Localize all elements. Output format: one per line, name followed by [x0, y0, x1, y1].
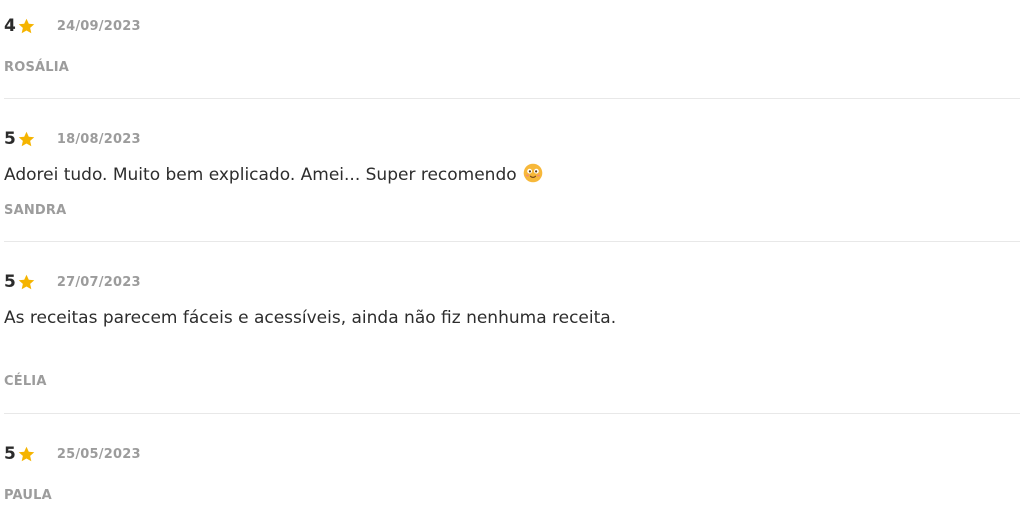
review-score: 5	[4, 272, 16, 292]
review-item: 5 18/08/2023 Adorei tudo. Muito bem expl…	[4, 128, 1020, 218]
review-author: PAULA	[4, 488, 52, 503]
review-score: 5	[4, 444, 16, 464]
review-item: 4 24/09/2023 ROSÁLIA	[4, 15, 1020, 75]
review-divider	[4, 413, 1020, 414]
review-score: 5	[4, 129, 16, 149]
review-score: 4	[4, 16, 16, 36]
review-author: ROSÁLIA	[4, 60, 70, 75]
review-rating-row: 5 25/05/2023	[4, 443, 1020, 465]
review-text: Adorei tudo. Muito bem explicado. Amei..…	[4, 163, 543, 186]
review-rating-row: 4 24/09/2023	[4, 15, 1020, 37]
review-date: 25/05/2023	[56, 446, 141, 462]
review-date: 24/09/2023	[56, 18, 141, 34]
review-author: SANDRA	[4, 203, 67, 218]
star-icon	[18, 131, 35, 146]
review-author: CÉLIA	[4, 374, 47, 389]
review-date: 18/08/2023	[56, 131, 141, 147]
smiling-face-emoji-icon	[523, 163, 542, 183]
review-divider	[4, 98, 1020, 99]
review-text-content: Adorei tudo. Muito bem explicado. Amei..…	[4, 165, 517, 185]
review-date: 27/07/2023	[56, 274, 141, 290]
review-divider	[4, 241, 1020, 242]
star-icon	[18, 274, 35, 289]
review-rating-row: 5 18/08/2023	[4, 128, 1020, 150]
star-icon	[18, 18, 35, 33]
review-rating-row: 5 27/07/2023	[4, 271, 1020, 293]
reviews-list: 4 24/09/2023 ROSÁLIA 5 18/08/2023 Adorei…	[0, 0, 1024, 521]
review-item: 5 25/05/2023 PAULA	[4, 443, 1020, 503]
review-text: As receitas parecem fáceis e acessíveis,…	[4, 308, 617, 328]
review-item: 5 27/07/2023 As receitas parecem fáceis …	[4, 271, 1020, 389]
star-icon	[18, 446, 35, 461]
